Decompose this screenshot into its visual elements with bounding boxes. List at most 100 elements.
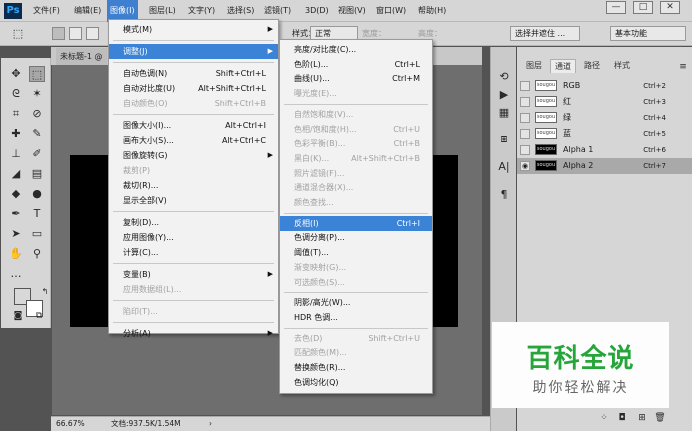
adjust-menu-item-3[interactable]: 曝光度(E)... — [280, 86, 432, 101]
zoom-level[interactable]: 66.67% — [56, 417, 85, 431]
pen-tool-icon[interactable]: ✒ — [8, 206, 24, 222]
history-brush-tool-icon[interactable]: ✐ — [29, 146, 45, 162]
adjust-menu-item-14[interactable]: 色调分离(P)... — [280, 230, 432, 245]
adjust-menu-item-16[interactable]: 渐变映射(G)... — [280, 260, 432, 275]
panel-tab-3[interactable]: 样式 — [610, 59, 634, 73]
visibility-eye-icon[interactable] — [520, 97, 530, 107]
adjust-menu-item-6[interactable]: 色相/饱和度(H)... Ctrl+U — [280, 122, 432, 137]
adjust-menu-item-15[interactable]: 阈值(T)... — [280, 245, 432, 260]
save-selection-channel-icon[interactable]: ◘ — [614, 410, 630, 426]
eyedropper-tool-icon[interactable]: ⊘ — [29, 106, 45, 122]
image-menu-item-17[interactable]: 计算(C)... — [109, 245, 278, 260]
new-channel-icon[interactable]: ⊞ — [634, 410, 650, 426]
character-panel-icon[interactable]: A| — [496, 159, 512, 175]
paragraph-panel-icon[interactable]: ¶ — [496, 187, 512, 203]
visibility-eye-icon[interactable] — [520, 129, 530, 139]
menu-7[interactable]: 3D(D) — [302, 0, 332, 22]
history-panel-icon[interactable]: ⟲ — [496, 69, 512, 85]
channel-row[interactable]: sougou 绿 Ctrl+4 — [517, 110, 692, 126]
dodge-tool-icon[interactable]: ● — [29, 186, 45, 202]
zoom-tool-icon[interactable]: ⚲ — [29, 246, 45, 262]
visibility-eye-icon[interactable] — [520, 145, 530, 155]
image-menu-item-4[interactable]: 自动色调(N) Shift+Ctrl+L — [109, 66, 278, 81]
menu-0[interactable]: 文件(F) — [30, 0, 63, 22]
menu-9[interactable]: 窗口(W) — [373, 0, 409, 22]
eraser-tool-icon[interactable]: ◢ — [8, 166, 24, 182]
adjust-menu-item-20[interactable]: HDR 色调... — [280, 310, 432, 325]
adjust-menu-item-13[interactable]: 反相(I) Ctrl+I — [280, 215, 432, 231]
crop-tool-icon[interactable]: ⌗ — [8, 106, 24, 122]
load-channel-selection-icon[interactable]: ⁘ — [596, 410, 612, 426]
path-selection-tool-icon[interactable]: ➤ — [8, 226, 24, 242]
select-and-mask-button[interactable]: 选择并遮住 ... — [510, 26, 580, 41]
restore-button[interactable]: □ — [633, 1, 653, 14]
menu-1[interactable]: 编辑(E) — [71, 0, 104, 22]
adjust-menu-item-11[interactable]: 颜色查找... — [280, 195, 432, 210]
clone-stamp-tool-icon[interactable]: ⊥ — [8, 146, 24, 162]
adjust-menu-item-9[interactable]: 照片滤镜(F)... — [280, 166, 432, 181]
panel-tab-2[interactable]: 路径 — [580, 59, 604, 73]
screen-mode-icon[interactable]: ⧉ — [31, 308, 47, 324]
adjust-menu-item-8[interactable]: 黑白(K)... Alt+Shift+Ctrl+B — [280, 151, 432, 166]
channel-row[interactable]: sougou RGB Ctrl+2 — [517, 78, 692, 94]
subtract-selection-icon[interactable] — [86, 27, 99, 40]
image-menu-item-16[interactable]: 应用图像(Y)... — [109, 230, 278, 245]
quick-mask-icon[interactable]: ◙ — [10, 308, 26, 324]
menu-8[interactable]: 视图(V) — [335, 0, 369, 22]
blur-tool-icon[interactable]: ◆ — [8, 186, 24, 202]
marquee-tool-icon[interactable]: ⬚ — [29, 66, 45, 82]
visibility-eye-icon[interactable]: ◉ — [520, 161, 530, 171]
adjust-menu-item-17[interactable]: 可选颜色(S)... — [280, 275, 432, 290]
adjust-menu-item-23[interactable]: 匹配颜色(M)... — [280, 345, 432, 360]
image-menu-item-8[interactable]: 图像大小(I)... Alt+Ctrl+I — [109, 118, 278, 133]
channel-row[interactable]: sougou Alpha 1 Ctrl+6 — [517, 142, 692, 158]
brush-tool-icon[interactable]: ✎ — [29, 126, 45, 142]
channel-row[interactable]: sougou 蓝 Ctrl+5 — [517, 126, 692, 142]
adjust-menu-item-25[interactable]: 色调均化(Q) — [280, 375, 432, 390]
channel-row[interactable]: ◉ sougou Alpha 2 Ctrl+7 — [517, 158, 692, 174]
new-selection-icon[interactable] — [52, 27, 65, 40]
image-menu-item-24[interactable]: 分析(A) ▶ — [109, 326, 278, 341]
more-tools-icon[interactable]: … — [8, 266, 24, 282]
visibility-eye-icon[interactable] — [520, 81, 530, 91]
hand-tool-icon[interactable]: ✋ — [8, 246, 24, 262]
panel-menu-icon[interactable]: ≡ — [675, 59, 691, 75]
channel-row[interactable]: sougou 红 Ctrl+3 — [517, 94, 692, 110]
add-selection-icon[interactable] — [69, 27, 82, 40]
marquee-preset-icon[interactable]: ⬚ — [10, 26, 26, 42]
image-menu-item-10[interactable]: 图像旋转(G) ▶ — [109, 148, 278, 163]
status-arrow-icon[interactable]: › — [209, 417, 212, 431]
image-menu-item-13[interactable]: 显示全部(V) — [109, 193, 278, 208]
minimize-button[interactable]: — — [606, 1, 626, 14]
visibility-eye-icon[interactable] — [520, 113, 530, 123]
adjust-menu-item-24[interactable]: 替换颜色(R)... — [280, 360, 432, 375]
adjust-menu-item-0[interactable]: 亮度/对比度(C)... — [280, 42, 432, 57]
image-menu-item-0[interactable]: 模式(M) ▶ — [109, 22, 278, 37]
menu-10[interactable]: 帮助(H) — [415, 0, 449, 22]
image-menu-item-19[interactable]: 变量(B) ▶ — [109, 267, 278, 282]
image-menu-item-20[interactable]: 应用数据组(L)... — [109, 282, 278, 297]
lasso-tool-icon[interactable]: ᘓ — [8, 86, 24, 102]
rectangle-tool-icon[interactable]: ▭ — [29, 226, 45, 242]
adjust-menu-item-22[interactable]: 去色(D) Shift+Ctrl+U — [280, 331, 432, 346]
panel-tab-1[interactable]: 通道 — [550, 59, 576, 73]
healing-brush-tool-icon[interactable]: ✚ — [8, 126, 24, 142]
adjust-menu-item-2[interactable]: 曲线(U)... Ctrl+M — [280, 71, 432, 86]
image-menu-item-22[interactable]: 陷印(T)... — [109, 304, 278, 319]
adjust-menu-item-7[interactable]: 色彩平衡(B)... Ctrl+B — [280, 136, 432, 151]
image-menu-item-11[interactable]: 裁剪(P) — [109, 163, 278, 178]
close-button[interactable]: ✕ — [660, 1, 680, 14]
swap-colors-icon[interactable]: ↰ — [37, 284, 53, 300]
adjust-menu-item-19[interactable]: 阴影/高光(W)... — [280, 295, 432, 310]
panel-tab-0[interactable]: 图层 — [522, 59, 546, 73]
image-menu-item-12[interactable]: 裁切(R)... — [109, 178, 278, 193]
delete-channel-icon[interactable]: 🗑 — [652, 410, 668, 426]
document-tab[interactable]: 未标题-1 @ — [56, 48, 107, 65]
move-tool-icon[interactable]: ✥ — [8, 66, 24, 82]
magic-wand-tool-icon[interactable]: ✶ — [29, 86, 45, 102]
actions-panel-icon[interactable]: ▶ — [496, 87, 512, 103]
type-tool-icon[interactable]: T — [29, 206, 45, 222]
image-menu-item-2[interactable]: 调整(J) ▶ — [109, 44, 278, 59]
workspace-select[interactable]: 基本功能 — [610, 26, 686, 41]
adjust-menu-item-10[interactable]: 通道混合器(X)... — [280, 180, 432, 195]
